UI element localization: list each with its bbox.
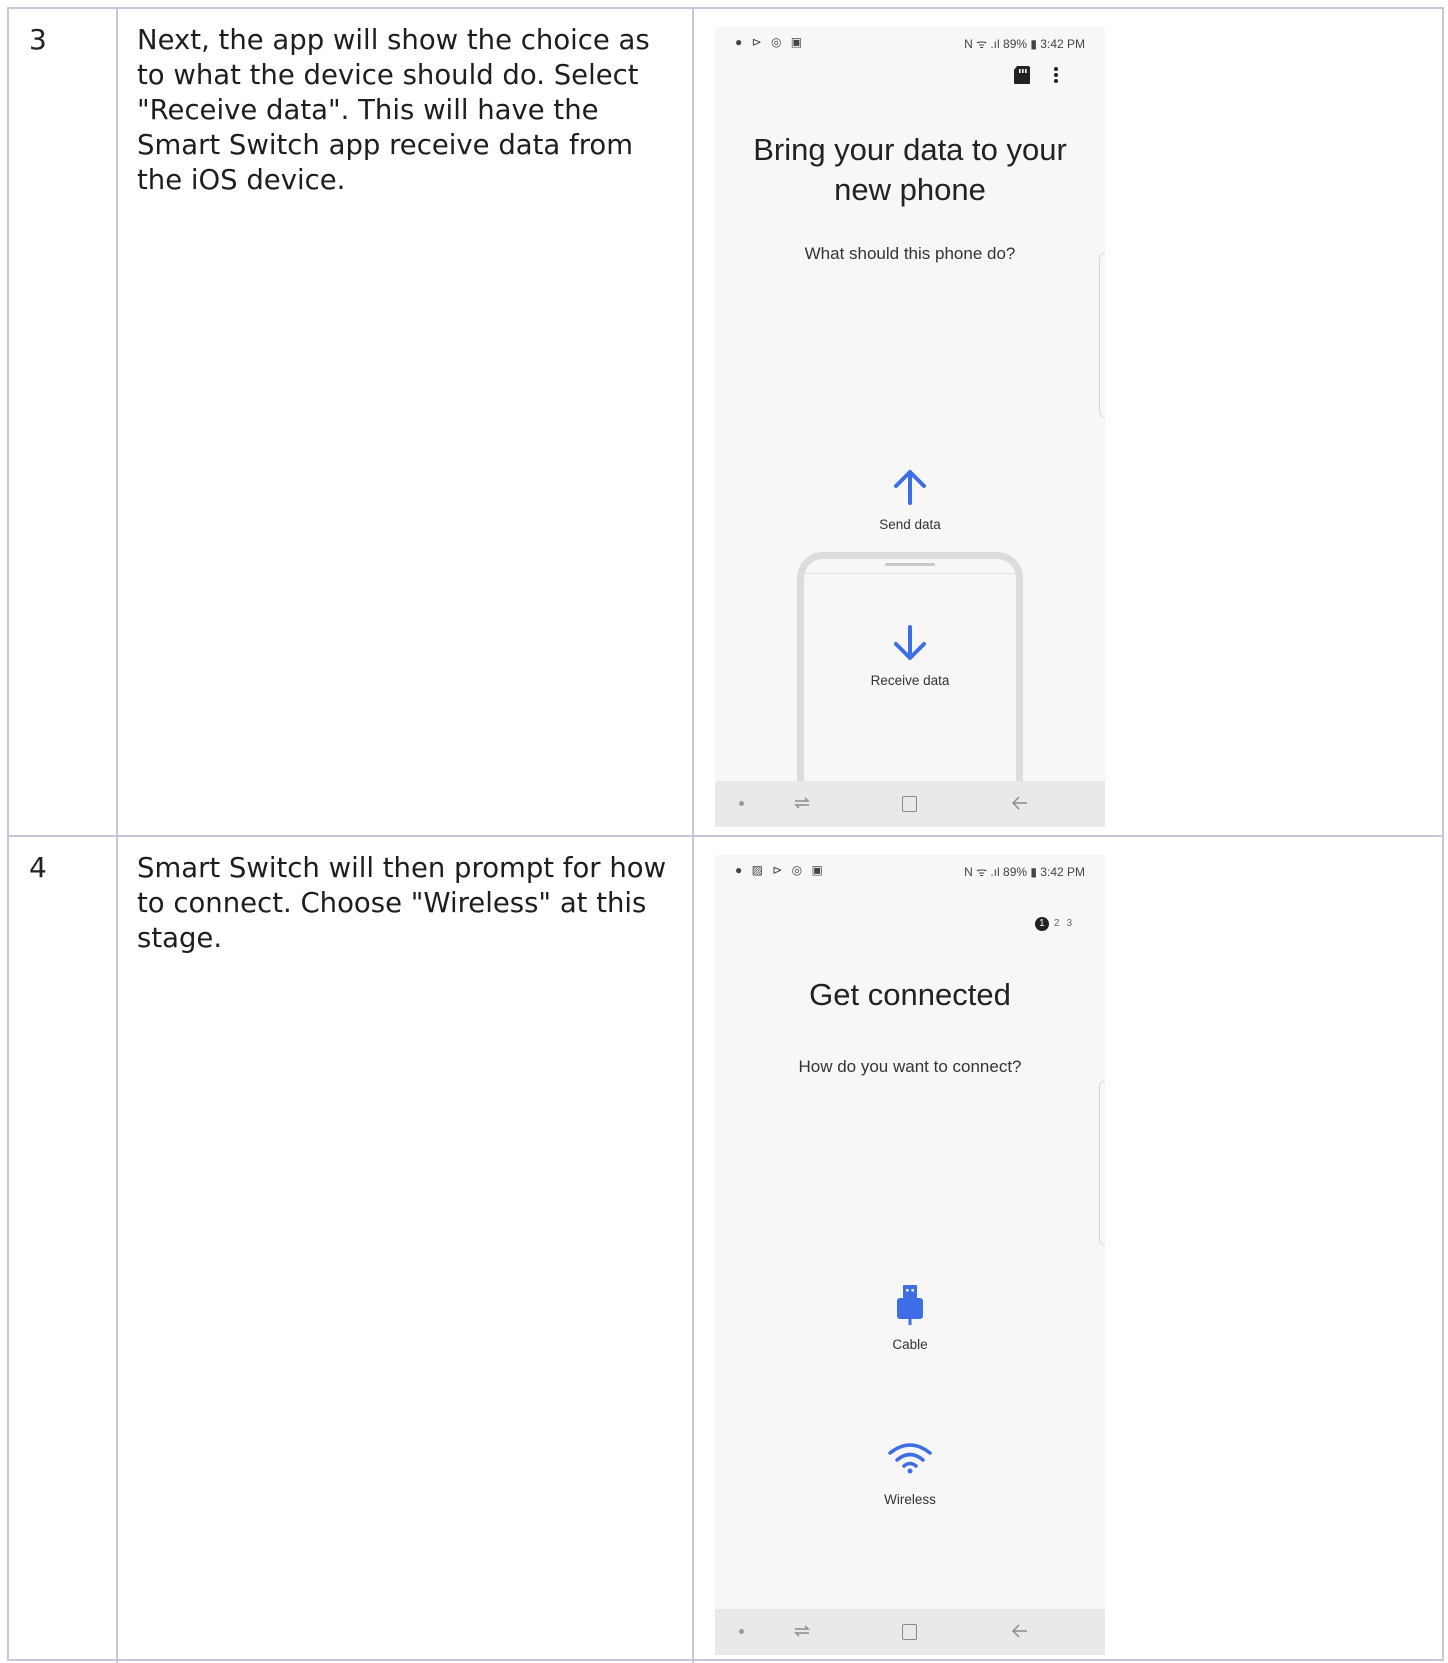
status-bar: ● ⊳ ◎ ▣ N ᯤ .ıl 89% ▮ 3:42 PM: [715, 33, 1105, 55]
page-subtitle: How do you want to connect?: [798, 1057, 1022, 1076]
sd-card-icon[interactable]: [1013, 65, 1031, 85]
phone-speaker-bar: [885, 563, 935, 566]
table-row-step-3: 3 Next, the app will show the choice as …: [9, 9, 1442, 837]
receive-data-label: Receive data: [870, 673, 950, 688]
nav-dot-icon[interactable]: [739, 801, 744, 806]
arrow-up-icon: [894, 470, 926, 505]
status-indicators: N ᯤ .ıl 89% ▮ 3:42 PM: [964, 865, 1085, 879]
step-description: Next, the app will show the choice as to…: [137, 24, 650, 196]
more-options-icon[interactable]: [1053, 65, 1059, 85]
step-2: 2: [1053, 918, 1060, 929]
navigation-bar: [715, 1609, 1105, 1655]
wifi-icon: [888, 1443, 932, 1474]
navigation-bar: [715, 781, 1105, 827]
back-icon[interactable]: [1011, 1622, 1029, 1640]
page-title-line-1: Bring your data to your: [753, 132, 1067, 167]
step-indicator: 123: [1034, 917, 1079, 931]
page-subtitle: What should this phone do?: [804, 244, 1016, 263]
step-number: 4: [29, 851, 47, 884]
edge-panel-handle[interactable]: [1099, 1081, 1105, 1245]
page-title-line-2: new phone: [834, 172, 986, 207]
usb-cable-icon: [897, 1285, 923, 1325]
step-number: 3: [29, 23, 47, 56]
step-3: 3: [1066, 918, 1072, 929]
edge-panel-handle[interactable]: [1099, 253, 1105, 417]
notification-icons: ● ⊳ ◎ ▣: [735, 35, 806, 49]
home-icon[interactable]: [902, 796, 917, 812]
phone-screenshot-choose-role: ● ⊳ ◎ ▣ N ᯤ .ıl 89% ▮ 3:42 PM Bring your…: [715, 27, 1105, 827]
recent-apps-icon[interactable]: [793, 794, 811, 812]
column-divider: [692, 837, 694, 1663]
column-divider: [692, 9, 694, 835]
status-bar: ● ▨ ⊳ ◎ ▣ N ᯤ .ıl 89% ▮ 3:42 PM: [715, 861, 1105, 883]
table-row-step-4: 4 Smart Switch will then prompt for how …: [9, 837, 1442, 1663]
nav-dot-icon[interactable]: [739, 1629, 744, 1634]
cable-label: Cable: [892, 1337, 928, 1352]
notification-icons: ● ▨ ⊳ ◎ ▣: [735, 863, 826, 877]
column-divider: [116, 9, 118, 835]
arrow-down-icon: [894, 625, 926, 660]
instruction-table: 3 Next, the app will show the choice as …: [7, 7, 1444, 1663]
current-step: 1: [1034, 917, 1049, 931]
wireless-label: Wireless: [884, 1492, 936, 1507]
recent-apps-icon[interactable]: [793, 1622, 811, 1640]
send-data-label: Send data: [879, 517, 941, 532]
column-divider: [116, 837, 118, 1663]
phone-screenshot-get-connected: ● ▨ ⊳ ◎ ▣ N ᯤ .ıl 89% ▮ 3:42 PM 123 Get …: [715, 855, 1105, 1655]
step-description: Smart Switch will then prompt for how to…: [137, 852, 667, 954]
page-title: Get connected: [809, 977, 1011, 1012]
home-icon[interactable]: [902, 1624, 917, 1640]
status-indicators: N ᯤ .ıl 89% ▮ 3:42 PM: [964, 37, 1085, 51]
back-icon[interactable]: [1011, 794, 1029, 812]
